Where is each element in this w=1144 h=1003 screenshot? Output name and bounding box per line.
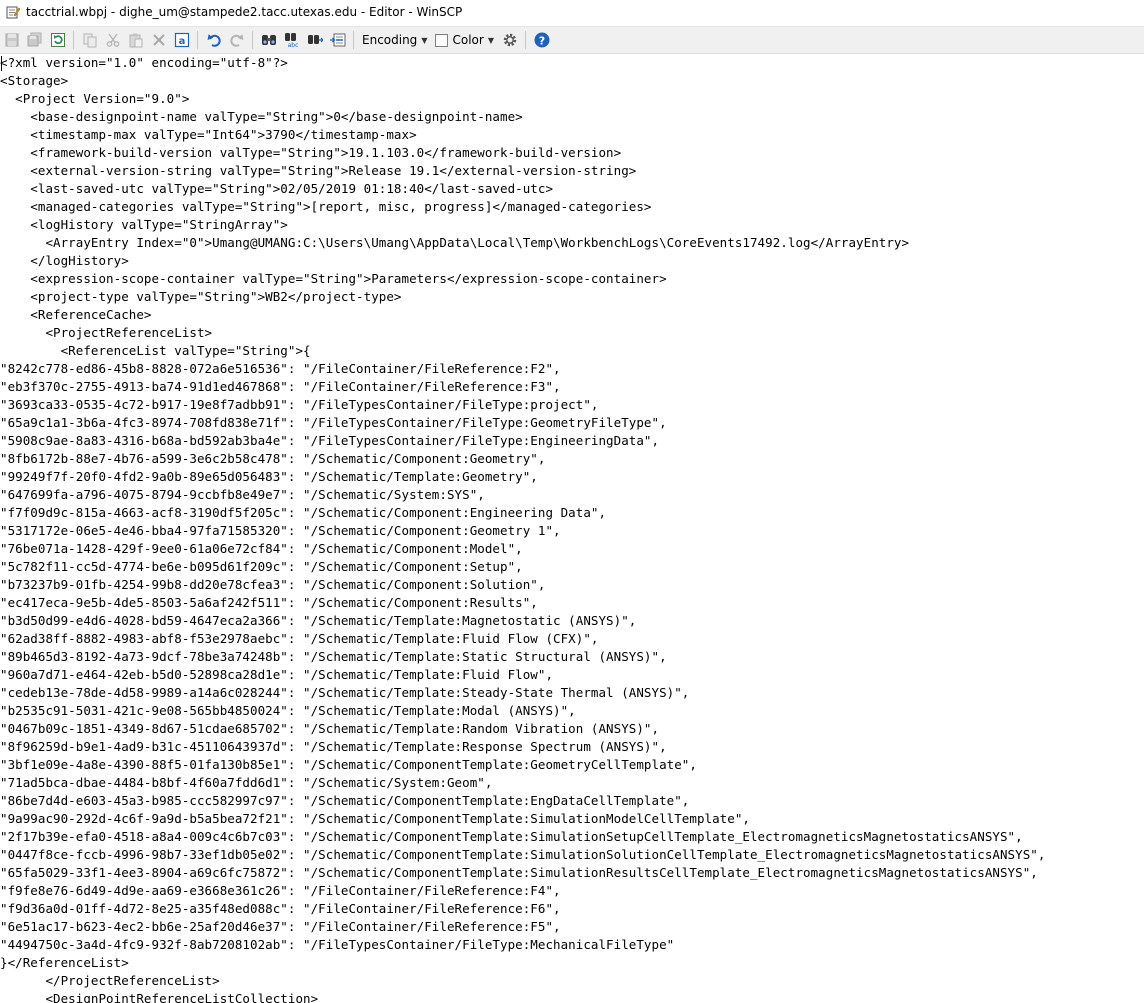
code-line: <framework-build-version valType="String… xyxy=(0,145,622,160)
code-line: <ReferenceCache> xyxy=(0,307,152,322)
goto-line-icon[interactable] xyxy=(327,29,349,51)
code-line: "b73237b9-01fb-4254-99b8-dd20e78cfea3": … xyxy=(0,577,546,592)
code-line: <?xml version="1.0" encoding="utf-8"?> xyxy=(0,55,288,70)
delete-icon[interactable] xyxy=(148,29,170,51)
svg-text:a: a xyxy=(179,36,186,47)
code-line: <ReferenceList valType="String">{ xyxy=(0,343,311,358)
toolbar-separator xyxy=(252,31,253,49)
help-icon[interactable]: ? xyxy=(531,29,553,51)
copy-icon[interactable] xyxy=(79,29,101,51)
code-line: "ec417eca-9e5b-4de5-8503-5a6af242f511": … xyxy=(0,595,538,610)
code-line: "cedeb13e-78de-4d58-9989-a14a6c028244": … xyxy=(0,685,690,700)
chevron-down-icon: ▼ xyxy=(421,35,428,45)
code-line: "3bf1e09e-4a8e-4390-88f5-01fa130b85e1": … xyxy=(0,757,697,772)
notepad-edit-icon xyxy=(6,5,20,19)
code-line: }</ReferenceList> xyxy=(0,955,129,970)
svg-text:?: ? xyxy=(539,34,545,47)
code-line: <last-saved-utc valType="String">02/05/2… xyxy=(0,181,554,196)
color-label: Color xyxy=(452,33,484,47)
select-all-icon[interactable]: a xyxy=(171,29,193,51)
code-line: "5908c9ae-8a83-4316-b68a-bd592ab3ba4e": … xyxy=(0,433,660,448)
find-next-icon[interactable] xyxy=(304,29,326,51)
svg-text:abc: abc xyxy=(288,42,299,48)
code-line: <project-type valType="String">WB2</proj… xyxy=(0,289,402,304)
toolbar-separator xyxy=(524,31,526,49)
editor-lines: <?xml version="1.0" encoding="utf-8"?> <S… xyxy=(0,54,1144,1003)
text-editor[interactable]: <?xml version="1.0" encoding="utf-8"?> <S… xyxy=(0,54,1144,1003)
code-line: <DesignPointReferenceListCollection> xyxy=(0,991,319,1003)
code-line: "0467b09c-1851-4349-8d67-51cdae685702": … xyxy=(0,721,660,736)
code-line: "0447f8ce-fccb-4996-98b7-33ef1db05e02": … xyxy=(0,847,1046,862)
code-line: "8f96259d-b9e1-4ad9-b31c-45110643937d": … xyxy=(0,739,667,754)
code-line: </ProjectReferenceList> xyxy=(0,973,220,988)
code-line: </logHistory> xyxy=(0,253,129,268)
code-line: "99249f7f-20f0-4fd2-9a0b-89e65d056483": … xyxy=(0,469,538,484)
reload-icon[interactable] xyxy=(47,29,69,51)
code-line: "65a9c1a1-3b6a-4fc3-8974-708fd838e71f": … xyxy=(0,415,667,430)
encoding-dropdown[interactable]: Encoding ▼ xyxy=(358,29,431,51)
code-line: "89b465d3-8192-4a73-9dcf-78be3a74248b": … xyxy=(0,649,667,664)
toolbar-separator xyxy=(73,31,74,49)
paste-icon[interactable] xyxy=(125,29,147,51)
code-line: "76be071a-1428-429f-9ee0-61a06e72cf84": … xyxy=(0,541,523,556)
code-line: "f9d36a0d-01ff-4d72-8e25-a35f48ed088c": … xyxy=(0,901,561,916)
code-line: "8fb6172b-88e7-4b76-a599-3e6c2b58c478": … xyxy=(0,451,546,466)
code-line: "86be7d4d-e603-45a3-b985-ccc582997c97": … xyxy=(0,793,690,808)
code-line: <ArrayEntry Index="0">Umang@UMANG:C:\Use… xyxy=(0,235,910,250)
code-line: "6e51ac17-b623-4ec2-bb6e-25af20d46e37": … xyxy=(0,919,561,934)
code-line: "5c782f11-cc5d-4774-be6e-b095d61f209c": … xyxy=(0,559,523,574)
code-line: "5317172e-06e5-4e46-bba4-97fa71585320": … xyxy=(0,523,561,538)
code-line: "2f17b39e-efa0-4518-a8a4-009c4c6b7c03": … xyxy=(0,829,1023,844)
redo-icon[interactable] xyxy=(226,29,248,51)
code-line: <logHistory valType="StringArray"> xyxy=(0,217,288,232)
gear-icon[interactable] xyxy=(499,29,521,51)
code-line: <base-designpoint-name valType="String">… xyxy=(0,109,523,124)
code-line: "960a7d71-e464-42eb-b5d0-52898ca28d1e": … xyxy=(0,667,554,682)
window-title: tacctrial.wbpj - dighe_um@stampede2.tacc… xyxy=(26,5,463,19)
code-line: <Project Version="9.0"> xyxy=(0,91,190,106)
code-line: <Storage> xyxy=(0,73,69,88)
editor-toolbar: a abc Encoding ▼ Color ▼ ? xyxy=(0,26,1144,54)
undo-icon[interactable] xyxy=(203,29,225,51)
code-line: "62ad38ff-8882-4983-abf8-f53e2978aebc": … xyxy=(0,631,599,646)
code-line: <expression-scope-container valType="Str… xyxy=(0,271,667,286)
text-cursor xyxy=(1,56,2,71)
find-icon[interactable] xyxy=(258,29,280,51)
code-line: "eb3f370c-2755-4913-ba74-91d1ed467868": … xyxy=(0,379,561,394)
code-line: "71ad5bca-dbae-4484-b8bf-4f60a7fdd6d1": … xyxy=(0,775,493,790)
code-line: <external-version-string valType="String… xyxy=(0,163,637,178)
code-line: "65fa5029-33f1-4ee3-8904-a69c6fc75872": … xyxy=(0,865,1038,880)
code-line: "9a99ac90-292d-4c6f-9a9d-b5a5bea72f21": … xyxy=(0,811,750,826)
replace-icon[interactable]: abc xyxy=(281,29,303,51)
code-line: "f9fe8e76-6d49-4d9e-aa69-e3668e361c26": … xyxy=(0,883,561,898)
code-line: "647699fa-a796-4075-8794-9ccbfb8e49e7": … xyxy=(0,487,485,502)
code-line: <managed-categories valType="String">[re… xyxy=(0,199,652,214)
title-bar: tacctrial.wbpj - dighe_um@stampede2.tacc… xyxy=(0,0,1144,24)
cut-icon[interactable] xyxy=(102,29,124,51)
code-line: "8242c778-ed86-45b8-8828-072a6e516536": … xyxy=(0,361,561,376)
code-line: "b2535c91-5031-421c-9e08-565bb4850024": … xyxy=(0,703,576,718)
color-checkbox[interactable] xyxy=(435,33,449,47)
code-line: "3693ca33-0535-4c72-b917-19e8f7adbb91": … xyxy=(0,397,599,412)
code-line: "b3d50d99-e4d6-4028-bd59-4647eca2a366": … xyxy=(0,613,637,628)
code-line: "4494750c-3a4d-4fc9-932f-8ab7208102ab": … xyxy=(0,937,675,952)
code-line: <timestamp-max valType="Int64">3790</tim… xyxy=(0,127,417,142)
encoding-label: Encoding xyxy=(362,33,418,47)
toolbar-separator xyxy=(197,31,198,49)
toolbar-separator xyxy=(353,31,354,49)
chevron-down-icon: ▼ xyxy=(487,35,494,45)
code-line: <ProjectReferenceList> xyxy=(0,325,213,340)
save-icon[interactable] xyxy=(1,29,23,51)
color-dropdown[interactable]: Color ▼ xyxy=(431,29,498,51)
save-all-icon[interactable] xyxy=(24,29,46,51)
code-line: "f7f09d9c-815a-4663-acf8-3190df5f205c": … xyxy=(0,505,607,520)
